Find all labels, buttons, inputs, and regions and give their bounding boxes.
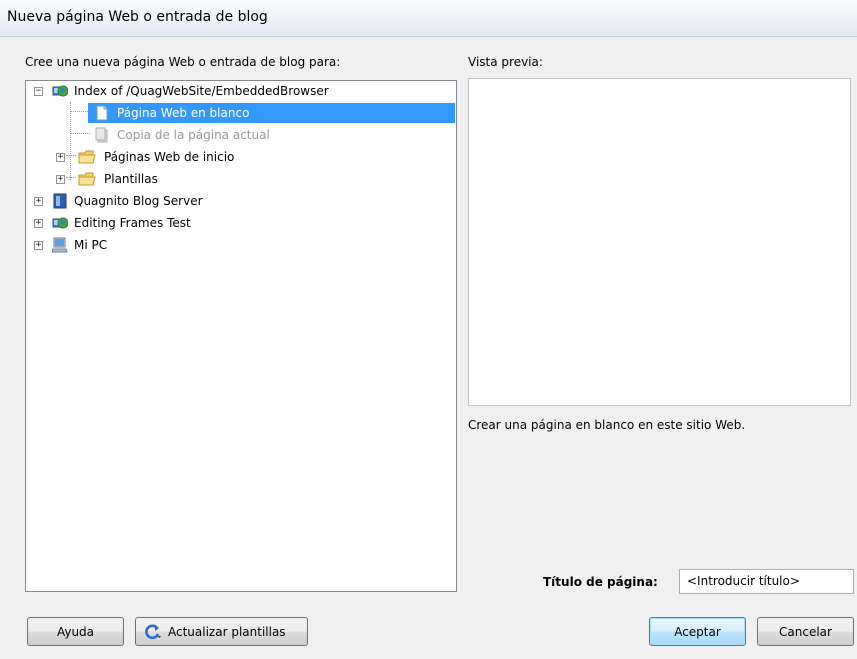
expand-toggle[interactable]: + [34, 197, 43, 206]
tree-item-label: Quagnito Blog Server [74, 194, 203, 208]
refresh-templates-label: Actualizar plantillas [168, 624, 286, 639]
window-title: Nueva página Web o entrada de blog [7, 9, 268, 25]
tree-connector [70, 133, 90, 134]
folder-icon [78, 172, 96, 186]
tree-item-label: Mi PC [74, 238, 108, 252]
tree-item-label: Plantillas [104, 172, 158, 186]
web-site-icon [52, 85, 68, 97]
tree-item-label: Copia de la página actual [117, 128, 270, 142]
help-button[interactable]: Ayuda [27, 617, 124, 646]
tree-item-label: Páginas Web de inicio [104, 150, 235, 164]
page-title-label: Título de página: [543, 575, 658, 589]
tree-item-start-pages[interactable]: + Páginas Web de inicio [56, 147, 456, 167]
title-bar: Nueva página Web o entrada de blog [0, 0, 857, 37]
preview-label: Vista previa: [468, 55, 543, 69]
page-title-input[interactable]: <Introducir título> [679, 569, 854, 594]
cancel-button[interactable]: Cancelar [757, 617, 854, 646]
tree-item-copy-page: Copia de la página actual [88, 125, 455, 145]
expand-toggle[interactable]: + [56, 153, 65, 162]
collapse-toggle[interactable]: − [34, 87, 43, 96]
preview-description: Crear una página en blanco en este sitio… [468, 418, 746, 432]
copy-page-icon [95, 127, 108, 143]
tree-item-templates[interactable]: + Plantillas [56, 169, 456, 189]
blank-page-icon [96, 105, 108, 121]
preview-pane [468, 78, 851, 406]
tree-item-my-computer[interactable]: + Mi PC [26, 235, 456, 255]
web-site-icon [52, 217, 68, 229]
blog-server-icon [53, 193, 67, 209]
tree-item-label: Editing Frames Test [74, 216, 191, 230]
site-tree[interactable]: − Index of /QuagWebSite/EmbeddedBrowser … [25, 80, 457, 592]
expand-toggle[interactable]: + [34, 241, 43, 250]
folder-icon [78, 150, 96, 164]
tree-item-blog-server[interactable]: + Quagnito Blog Server [26, 191, 456, 211]
refresh-templates-button[interactable]: Actualizar plantillas [135, 617, 308, 646]
tree-item-site-root[interactable]: − Index of /QuagWebSite/EmbeddedBrowser [26, 81, 456, 101]
tree-item-blank-page[interactable]: Página Web en blanco [88, 103, 455, 123]
tree-item-label: Index of /QuagWebSite/EmbeddedBrowser [74, 84, 329, 98]
tree-item-editing-frames[interactable]: + Editing Frames Test [26, 213, 456, 233]
tree-connector [70, 111, 90, 112]
expand-toggle[interactable]: + [34, 219, 43, 228]
refresh-icon [145, 624, 161, 639]
ok-button[interactable]: Aceptar [649, 617, 746, 646]
tree-item-label: Página Web en blanco [117, 106, 250, 120]
tree-label: Cree una nueva página Web o entrada de b… [25, 55, 341, 69]
computer-icon [52, 237, 68, 253]
expand-toggle[interactable]: + [56, 175, 65, 184]
